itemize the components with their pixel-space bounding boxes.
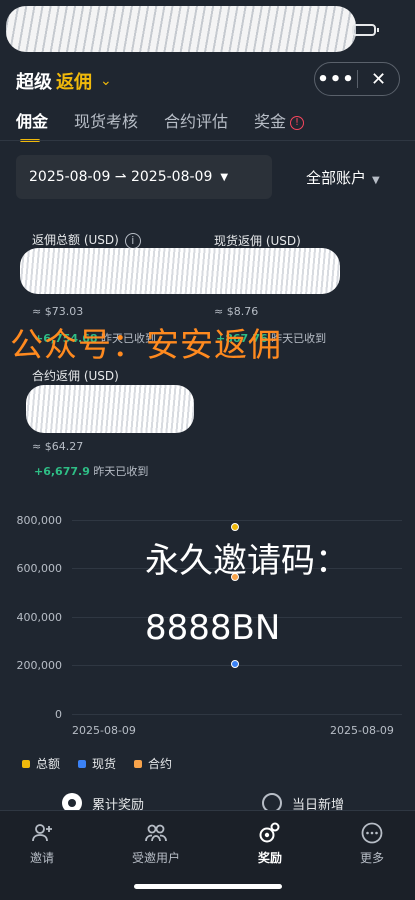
home-indicator (134, 884, 282, 889)
page-title-accent: 返佣 (56, 72, 92, 93)
y-tick-label: 800,000 (16, 514, 63, 527)
more-icon (361, 822, 383, 844)
watermark-invite: 永久邀请码： (145, 541, 349, 581)
alert-icon: ! (290, 116, 305, 130)
window-controls: ••• ✕ (314, 62, 400, 96)
futures-rebate-value-redaction (26, 385, 194, 433)
y-tick-label: 400,000 (16, 611, 63, 624)
futures-rebate-label: 合约返佣 (USD) (32, 369, 119, 383)
chevron-down-icon[interactable]: ⌄ (100, 73, 112, 89)
legend-item-spot[interactable]: 现货 (78, 755, 116, 772)
total-rebate-value-redaction (20, 248, 340, 294)
watermark-account: 公众号：安安返佣 (10, 325, 282, 364)
chart-point-total[interactable] (231, 523, 239, 532)
account-label: 全部账户 (306, 169, 367, 187)
legend-swatch (78, 759, 87, 768)
legend-swatch (22, 759, 30, 768)
x-tick-label: 2025-08-09 (330, 724, 394, 737)
tab-divider (0, 140, 415, 141)
grid-line (72, 714, 402, 715)
person-add-icon (32, 824, 52, 842)
spot-rebate-approx: ≈ $8.76 (214, 305, 259, 318)
page-title-prefix: 超级 (16, 72, 52, 93)
grid-line (72, 520, 402, 521)
users-icon (145, 824, 167, 842)
y-tick-label: 200,000 (16, 659, 63, 672)
more-options-button[interactable]: ••• (315, 69, 357, 90)
caret-down-icon: ▼ (220, 171, 229, 183)
y-tick-label: 0 (55, 708, 62, 721)
close-button[interactable]: ✕ (358, 69, 399, 90)
account-selector[interactable]: 全部账户 ▼ (306, 167, 380, 188)
tab-bonus[interactable]: 奖金! (254, 108, 305, 142)
watermark-code: 8888BN (145, 608, 281, 648)
legend-item-total[interactable]: 总额 (22, 755, 60, 772)
chart-point-spot[interactable] (231, 660, 239, 669)
date-range-picker[interactable]: 2025-08-09 ⇀ 2025-08-09 ▼ (16, 155, 272, 199)
nav-invite[interactable]: 邀请 (2, 821, 82, 866)
total-rebate-approx: ≈ $73.03 (32, 305, 84, 318)
futures-rebate-approx: ≈ $64.27 (32, 440, 84, 453)
y-tick-label: 600,000 (16, 562, 63, 575)
legend-item-futures[interactable]: 合约 (134, 755, 172, 772)
chart-legend: 总额 现货 合约 (22, 755, 172, 772)
rewards-icon (259, 822, 280, 843)
battery-icon (352, 24, 379, 36)
tab-bar: 佣金 现货考核 合约评估 奖金! (16, 108, 305, 142)
legend-swatch (134, 759, 143, 768)
spot-rebate-label: 现货返佣 (USD) (214, 234, 301, 248)
date-range-text: 2025-08-09 ⇀ 2025-08-09 (29, 169, 213, 185)
tab-futures-evaluation[interactable]: 合约评估 (164, 108, 228, 142)
nav-rewards[interactable]: 奖励 (230, 821, 310, 866)
futures-rebate-delta: +6,677.9 昨天已收到 (34, 465, 149, 478)
x-tick-label: 2025-08-09 (72, 724, 136, 737)
nav-invited-users[interactable]: 受邀用户 (116, 821, 196, 866)
caret-down-icon: ▼ (372, 175, 380, 186)
tab-commission[interactable]: 佣金 (16, 108, 48, 142)
tab-spot-assessment[interactable]: 现货考核 (74, 108, 138, 142)
status-bar-redaction (6, 6, 356, 52)
page-header[interactable]: 超级 返佣 ⌄ (16, 68, 112, 94)
nav-more[interactable]: 更多 (332, 821, 412, 866)
info-icon[interactable]: i (124, 233, 141, 249)
total-rebate-label: 返佣总额 (USD) i (32, 231, 141, 249)
